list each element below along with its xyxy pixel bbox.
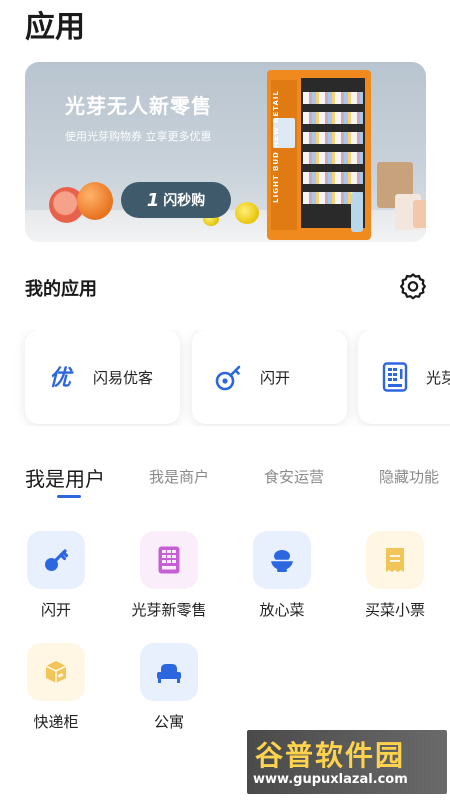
promo-banner[interactable]: LIGHT BUD NEW RETAIL 光芽无人新零售 使用光芽购物券 立享更… [25, 62, 426, 242]
grid-item-guangya-retail[interactable]: 光芽新零售 [113, 531, 223, 631]
lemon-image [235, 202, 259, 224]
app-card-label: 闪易优客 [93, 368, 154, 387]
svg-text:优: 优 [49, 366, 74, 390]
my-apps-row[interactable]: 优 闪易优客 闪开 光芽 [0, 330, 450, 426]
app-card-shankai[interactable]: 闪开 [192, 330, 347, 424]
tab-merchant[interactable]: 我是商户 [149, 466, 209, 487]
vegetable-bowl-icon [253, 531, 311, 589]
my-apps-title: 我的应用 [25, 279, 97, 300]
receipt-icon [366, 531, 424, 589]
category-tabs: 我是用户 我是商户 食安运营 隐藏功能 [25, 466, 450, 506]
gear-icon[interactable] [399, 272, 427, 300]
grid-item-fangxin-cai[interactable]: 放心菜 [226, 531, 336, 631]
vending-machine-icon [380, 362, 410, 392]
youke-icon: 优 [47, 362, 77, 392]
grid-item-label: 闪开 [40, 601, 71, 619]
app-card-label: 闪开 [260, 368, 291, 387]
bed-icon [140, 643, 198, 701]
page-title: 应用 [25, 10, 85, 45]
banner-subtitle: 使用光芽购物券 立享更多优惠 [65, 130, 212, 143]
banner-title: 光芽无人新零售 [65, 94, 212, 118]
grid-item-label: 买菜小票 [364, 601, 425, 619]
flash-buy-label: 闪秒购 [163, 193, 206, 209]
tab-hidden-features[interactable]: 隐藏功能 [379, 466, 439, 487]
tab-user[interactable]: 我是用户 [25, 466, 105, 492]
grid-item-label: 光芽新零售 [131, 601, 207, 619]
site-watermark: 谷普软件园 www.gupuxlazal.com [247, 730, 447, 794]
watermark-url: www.gupuxlazal.com [253, 772, 408, 787]
parcel-box-icon [27, 643, 85, 701]
app-card-guangya[interactable]: 光芽 [358, 330, 450, 424]
app-card-shanyi-youke[interactable]: 优 闪易优客 [25, 330, 180, 424]
bottle-image [351, 192, 363, 232]
tab-food-safety[interactable]: 食安运营 [264, 466, 324, 487]
grid-item-parcel-locker[interactable]: 快递柜 [0, 643, 110, 743]
key-icon [27, 531, 85, 589]
grid-item-receipt[interactable]: 买菜小票 [339, 531, 449, 631]
flash-buy-number: 1 [146, 189, 160, 211]
grid-item-label: 公寓 [153, 713, 184, 731]
grid-item-shankai[interactable]: 闪开 [0, 531, 110, 631]
grid-item-label: 放心菜 [259, 601, 305, 619]
flash-buy-button[interactable]: 1 闪秒购 [121, 182, 231, 218]
active-tab-indicator [57, 495, 81, 498]
grid-item-apartment[interactable]: 公寓 [113, 643, 223, 743]
orange-image [77, 182, 113, 220]
app-card-label: 光芽 [426, 368, 450, 387]
watermark-title: 谷普软件园 [255, 739, 406, 772]
grid-item-label: 快递柜 [33, 713, 79, 731]
vending-machine-icon [140, 531, 198, 589]
key-icon [214, 362, 244, 392]
machine-brand-text: LIGHT BUD NEW RETAIL [272, 90, 280, 203]
cake-image [413, 200, 426, 228]
